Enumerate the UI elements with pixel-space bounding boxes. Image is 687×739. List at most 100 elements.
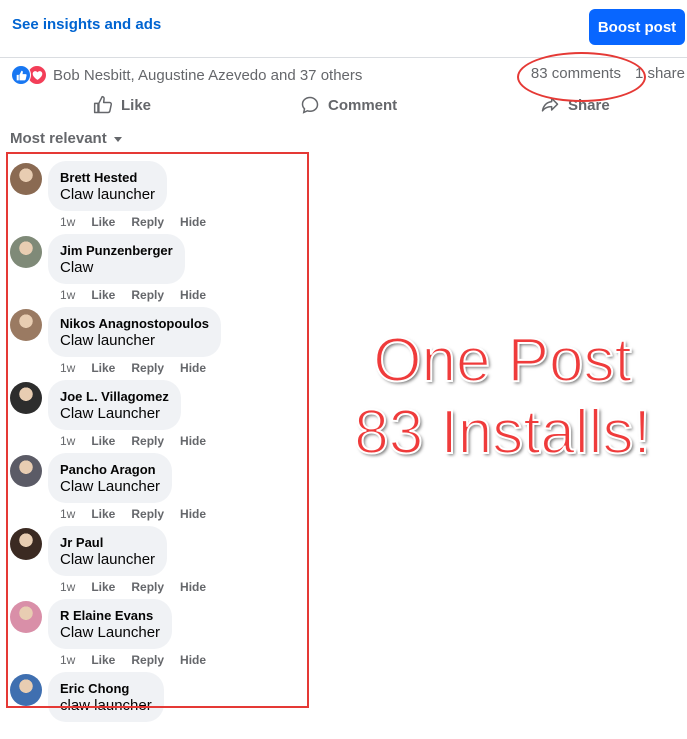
comment-list: Brett Hested Claw launcher 1w Like Reply… (0, 155, 320, 739)
share-label: Share (568, 96, 610, 114)
post-action-bar: Like Comment Share (0, 92, 687, 120)
comments-count[interactable]: 83 comments (531, 65, 621, 82)
comment-like-link[interactable]: Like (91, 361, 115, 375)
commenter-name[interactable]: Jr Paul (60, 535, 155, 551)
commenter-name[interactable]: Pancho Aragon (60, 462, 160, 478)
comment-time[interactable]: 1w (60, 653, 75, 667)
comment-hide-link[interactable]: Hide (180, 580, 206, 594)
comment-actions: 1w Like Reply Hide (60, 580, 206, 594)
comment-item: Jim Punzenberger Claw 1w Like Reply Hide (0, 228, 320, 302)
comment-hide-link[interactable]: Hide (180, 507, 206, 521)
comment-like-link[interactable]: Like (91, 507, 115, 521)
comment-actions: 1w Like Reply Hide (60, 434, 206, 448)
commenter-name[interactable]: Joe L. Villagomez (60, 389, 169, 405)
avatar[interactable] (10, 382, 42, 414)
comment-like-link[interactable]: Like (91, 653, 115, 667)
avatar[interactable] (10, 601, 42, 633)
like-icon (11, 65, 31, 85)
avatar[interactable] (10, 163, 42, 195)
post-top-bar: See insights and ads Boost post (0, 0, 687, 58)
comment-actions: 1w Like Reply Hide (60, 361, 206, 375)
reaction-names[interactable]: Bob Nesbitt, Augustine Azevedo and 37 ot… (53, 67, 362, 84)
share-arrow-icon (541, 97, 559, 112)
comment-actions: 1w Like Reply Hide (60, 507, 206, 521)
comment-actions: 1w Like Reply Hide (60, 288, 206, 302)
comment-hide-link[interactable]: Hide (180, 361, 206, 375)
comment-button[interactable]: Comment (300, 92, 397, 118)
sort-label: Most relevant (10, 130, 107, 147)
promo-overlay-text: One Post 83 Installs! (330, 325, 675, 469)
comment-text: Claw launcher (60, 186, 156, 203)
boost-post-button[interactable]: Boost post (589, 9, 685, 45)
avatar[interactable] (10, 309, 42, 341)
comment-item: Eric Chong claw launcher (0, 666, 320, 739)
comment-text: claw launcher (60, 697, 152, 714)
comment-text: Claw launcher (60, 551, 156, 568)
comment-item: Joe L. Villagomez Claw Launcher 1w Like … (0, 374, 320, 448)
comment-sort-dropdown[interactable]: Most relevant (10, 130, 123, 147)
like-button[interactable]: Like (93, 92, 151, 118)
comment-hide-link[interactable]: Hide (180, 288, 206, 302)
comment-time[interactable]: 1w (60, 434, 75, 448)
comment-hide-link[interactable]: Hide (180, 215, 206, 229)
comment-time[interactable]: 1w (60, 580, 75, 594)
comment-hide-link[interactable]: Hide (180, 434, 206, 448)
overlay-line-1: One Post (372, 325, 632, 396)
comment-like-link[interactable]: Like (91, 288, 115, 302)
commenter-name[interactable]: Jim Punzenberger (60, 243, 173, 259)
comment-item: Nikos Anagnostopoulos Claw launcher 1w L… (0, 301, 320, 375)
comment-text: Claw launcher (60, 332, 156, 349)
commenter-name[interactable]: Brett Hested (60, 170, 155, 186)
comment-time[interactable]: 1w (60, 507, 75, 521)
comment-like-link[interactable]: Like (91, 580, 115, 594)
comment-time[interactable]: 1w (60, 288, 75, 302)
overlay-line-2: 83 Installs! (353, 397, 651, 468)
comment-reply-link[interactable]: Reply (131, 434, 164, 448)
comment-actions: 1w Like Reply Hide (60, 653, 206, 667)
comment-bubble: Jim Punzenberger Claw (48, 234, 185, 284)
comment-reply-link[interactable]: Reply (131, 580, 164, 594)
comment-bubble: Eric Chong claw launcher (48, 672, 164, 722)
commenter-name[interactable]: Nikos Anagnostopoulos (60, 316, 209, 332)
comment-reply-link[interactable]: Reply (131, 361, 164, 375)
commenter-name[interactable]: Eric Chong (60, 681, 152, 697)
like-label: Like (121, 96, 152, 114)
engagement-counts: 83 comments 1 share (531, 65, 685, 82)
comment-hide-link[interactable]: Hide (180, 653, 206, 667)
comment-text: Claw (60, 259, 94, 276)
thumbs-up-icon (93, 95, 113, 114)
comment-item: R Elaine Evans Claw Launcher 1w Like Rep… (0, 593, 320, 667)
see-insights-link[interactable]: See insights and ads (12, 16, 161, 33)
comment-reply-link[interactable]: Reply (131, 288, 164, 302)
comment-reply-link[interactable]: Reply (131, 507, 164, 521)
comment-icon (301, 96, 319, 114)
avatar[interactable] (10, 674, 42, 706)
comment-like-link[interactable]: Like (91, 434, 115, 448)
comment-reply-link[interactable]: Reply (131, 215, 164, 229)
comment-time[interactable]: 1w (60, 361, 75, 375)
comment-actions: 1w Like Reply Hide (60, 215, 206, 229)
comment-bubble: R Elaine Evans Claw Launcher (48, 599, 173, 649)
caret-down-icon (113, 136, 122, 142)
comment-like-link[interactable]: Like (91, 215, 115, 229)
reactions-summary[interactable]: Bob Nesbitt, Augustine Azevedo and 37 ot… (11, 65, 362, 85)
shares-count[interactable]: 1 share (635, 65, 685, 82)
comment-reply-link[interactable]: Reply (131, 653, 164, 667)
comment-bubble: Joe L. Villagomez Claw Launcher (48, 380, 181, 430)
comment-item: Brett Hested Claw launcher 1w Like Reply… (0, 155, 320, 229)
share-button[interactable]: Share (540, 92, 610, 118)
comment-bubble: Jr Paul Claw launcher (48, 526, 168, 576)
comment-label: Comment (328, 96, 398, 114)
comment-item: Pancho Aragon Claw Launcher 1w Like Repl… (0, 447, 320, 521)
comment-text: Claw Launcher (60, 624, 161, 641)
comment-text: Claw Launcher (60, 405, 161, 422)
comment-time[interactable]: 1w (60, 215, 75, 229)
commenter-name[interactable]: R Elaine Evans (60, 608, 160, 624)
avatar[interactable] (10, 528, 42, 560)
avatar[interactable] (10, 455, 42, 487)
comment-text: Claw Launcher (60, 478, 161, 495)
comment-item: Jr Paul Claw launcher 1w Like Reply Hide (0, 520, 320, 594)
comment-bubble: Nikos Anagnostopoulos Claw launcher (48, 307, 222, 357)
avatar[interactable] (10, 236, 42, 268)
comment-bubble: Pancho Aragon Claw Launcher (48, 453, 173, 503)
